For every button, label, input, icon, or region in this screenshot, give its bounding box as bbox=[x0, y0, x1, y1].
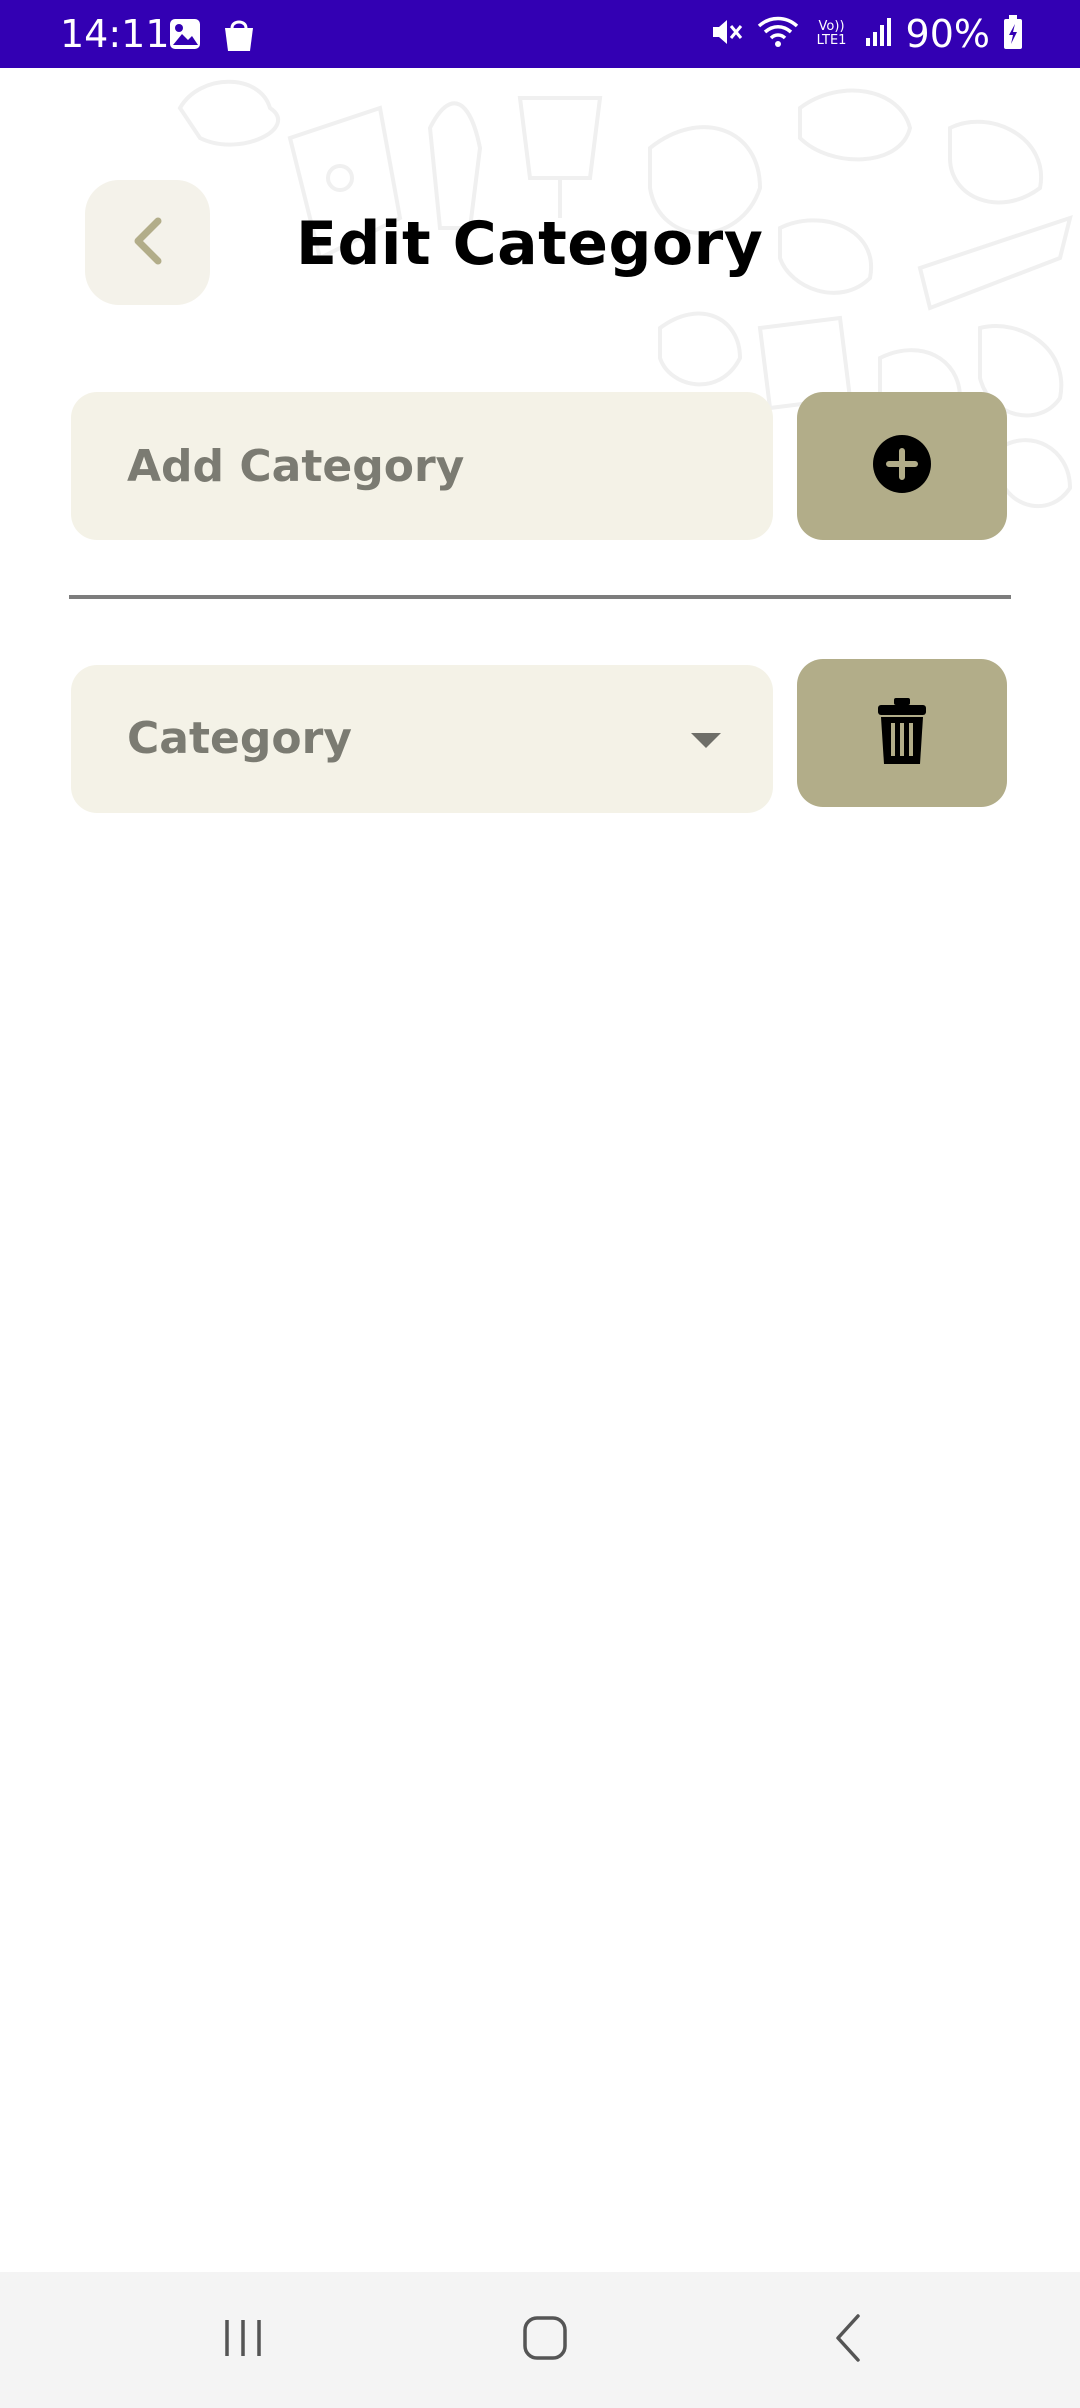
status-bar: 14:11 Vo)) LTE1 90% bbox=[0, 0, 1080, 68]
recent-apps-icon bbox=[221, 2316, 265, 2364]
category-dropdown-label: Category bbox=[127, 713, 352, 764]
delete-category-button[interactable] bbox=[797, 659, 1007, 807]
page-title: Edit Category bbox=[296, 209, 764, 279]
trash-icon bbox=[874, 696, 930, 770]
chevron-left-icon bbox=[128, 215, 168, 271]
dropdown-arrow-icon bbox=[691, 733, 721, 748]
category-dropdown[interactable]: Category bbox=[71, 665, 773, 813]
status-time: 14:11 bbox=[60, 12, 170, 56]
wifi-icon bbox=[756, 14, 800, 54]
volte-icon: Vo)) LTE1 bbox=[816, 19, 847, 48]
edit-category-screen: 14:11 Vo)) LTE1 90% Edit Category Add Ca… bbox=[0, 0, 1080, 2408]
signal-icon bbox=[864, 16, 894, 52]
battery-percent: 90% bbox=[905, 12, 990, 56]
gallery-icon bbox=[168, 17, 202, 57]
back-icon bbox=[830, 2312, 866, 2368]
system-navigation-bar bbox=[0, 2272, 1080, 2408]
back-button[interactable] bbox=[85, 180, 210, 305]
shopping-bag-icon bbox=[222, 17, 256, 57]
status-system-icons: Vo)) LTE1 90% bbox=[708, 10, 1024, 58]
mute-icon bbox=[708, 14, 744, 54]
section-divider bbox=[69, 595, 1011, 599]
back-nav-button[interactable] bbox=[768, 2272, 928, 2408]
plus-circle-icon bbox=[872, 434, 932, 498]
battery-charging-icon bbox=[1002, 14, 1024, 54]
home-icon bbox=[521, 2314, 569, 2366]
home-button[interactable] bbox=[465, 2272, 625, 2408]
status-notification-icons bbox=[168, 17, 256, 57]
add-category-input[interactable] bbox=[71, 392, 773, 540]
add-category-button[interactable] bbox=[797, 392, 1007, 540]
recent-apps-button[interactable] bbox=[163, 2272, 323, 2408]
